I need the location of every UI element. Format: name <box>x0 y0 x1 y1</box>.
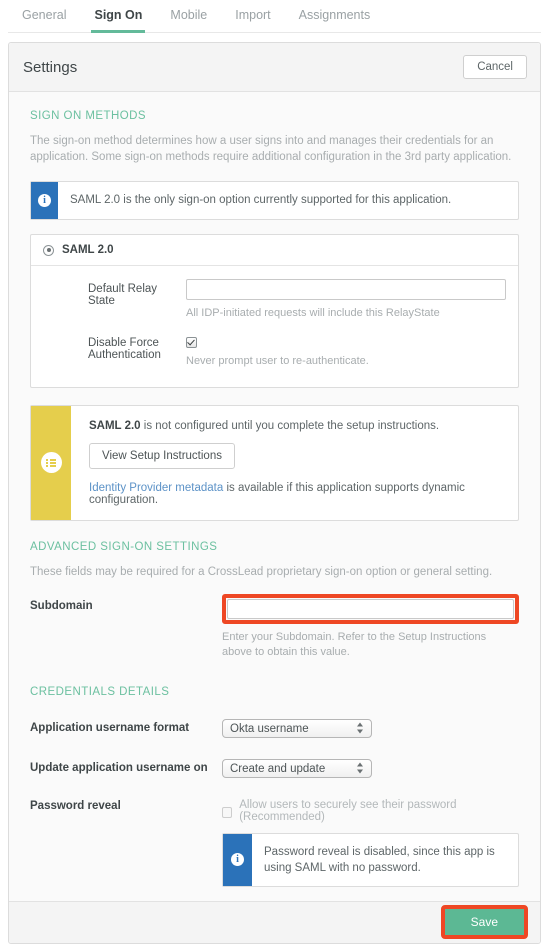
settings-card-header: Settings Cancel <box>9 43 540 92</box>
setup-instructions-box: SAML 2.0 is not configured until you com… <box>30 404 519 521</box>
app-tabs: General Sign On Mobile Import Assignment… <box>0 0 549 33</box>
tab-import-label: Import <box>235 8 271 22</box>
password-reveal-row: Password reveal Allow users to securely … <box>30 799 519 887</box>
idp-metadata-line: Identity Provider metadata is available … <box>89 482 502 506</box>
setup-box-content: SAML 2.0 is not configured until you com… <box>71 406 518 520</box>
setup-message-bold: SAML 2.0 <box>89 419 141 432</box>
saml-support-info-text: SAML 2.0 is the only sign-on option curr… <box>70 194 452 206</box>
subdomain-label: Subdomain <box>30 599 93 612</box>
password-reveal-checkbox-line: Allow users to securely see their passwo… <box>222 799 519 823</box>
save-button[interactable]: Save <box>444 909 524 936</box>
credentials-details-section: CREDENTIALS DETAILS Application username… <box>30 686 519 887</box>
advanced-settings-description: These fields may be required for a Cross… <box>30 565 493 578</box>
tab-general[interactable]: General <box>8 0 80 32</box>
tab-assignments[interactable]: Assignments <box>285 0 385 32</box>
settings-card: Settings Cancel SIGN ON METHODS The sign… <box>8 42 541 944</box>
credentials-details-heading: CREDENTIALS DETAILS <box>30 685 170 698</box>
default-relay-state-label: Default Relay State <box>88 283 158 307</box>
update-application-username-on-value: Create and update <box>230 762 326 775</box>
saml-support-info-banner: i SAML 2.0 is the only sign-on option cu… <box>30 181 519 220</box>
saml-radio-row[interactable]: SAML 2.0 <box>31 235 518 266</box>
tab-mobile-label: Mobile <box>170 8 208 22</box>
sign-on-settings-page: General Sign On Mobile Import Assignment… <box>0 0 549 944</box>
stepper-arrows-icon <box>357 762 364 775</box>
cancel-button[interactable]: Cancel <box>463 55 527 79</box>
saml-method-panel: SAML 2.0 Default Relay State All IDP-ini… <box>30 234 519 388</box>
setup-message-rest: is not configured until you complete the… <box>140 419 440 432</box>
disable-force-auth-control: Never prompt user to re-authenticate. <box>186 333 506 369</box>
subdomain-hint: Enter your Subdomain. Refer to the Setup… <box>222 630 487 658</box>
default-relay-state-row: Default Relay State All IDP-initiated re… <box>43 279 506 321</box>
update-application-username-on-select[interactable]: Create and update <box>222 758 372 778</box>
saml-panel-body: Default Relay State All IDP-initiated re… <box>31 266 518 387</box>
password-reveal-control: Allow users to securely see their passwo… <box>222 799 519 887</box>
application-username-format-value: Okta username <box>230 722 309 735</box>
page-title: Settings <box>23 58 78 76</box>
subdomain-highlight <box>222 593 519 624</box>
tab-mobile[interactable]: Mobile <box>156 0 221 32</box>
save-highlight: Save <box>440 905 528 940</box>
tab-general-label: General <box>22 8 67 22</box>
password-reveal-info-text: Password reveal is disabled, since this … <box>264 845 495 874</box>
password-reveal-checkbox-label: Allow users to securely see their passwo… <box>239 798 457 823</box>
info-icon: i <box>231 853 244 867</box>
sign-on-methods-heading: SIGN ON METHODS <box>30 110 147 122</box>
subdomain-row: Subdomain Enter your Subdomain. Refer to… <box>30 593 519 660</box>
default-relay-state-hint: All IDP-initiated requests will include … <box>186 307 440 319</box>
default-relay-state-control: All IDP-initiated requests will include … <box>186 279 506 321</box>
sign-on-methods-description: The sign-on method determines how a user… <box>30 135 512 163</box>
subdomain-input[interactable] <box>227 598 514 619</box>
update-application-username-on-label: Update application username on <box>30 762 208 775</box>
tab-sign-on-label: Sign On <box>94 8 143 22</box>
disable-force-auth-row: Disable Force Authentication Never promp… <box>43 333 506 369</box>
disable-force-auth-hint: Never prompt user to re-authenticate. <box>186 354 369 367</box>
tab-import[interactable]: Import <box>221 0 284 32</box>
settings-card-body: SIGN ON METHODS The sign-on method deter… <box>9 92 540 901</box>
identity-provider-metadata-link[interactable]: Identity Provider metadata <box>89 482 223 494</box>
view-setup-instructions-button[interactable]: View Setup Instructions <box>89 442 235 469</box>
tab-sign-on[interactable]: Sign On <box>80 0 156 33</box>
info-icon: i <box>38 194 51 207</box>
application-username-format-select[interactable]: Okta username <box>222 718 372 738</box>
saml-radio-button[interactable] <box>43 244 54 256</box>
list-icon <box>40 452 62 474</box>
advanced-settings-heading: ADVANCED SIGN-ON SETTINGS <box>30 540 218 553</box>
disable-force-auth-label: Disable Force Authentication <box>88 337 161 361</box>
setup-icon-column <box>31 405 71 520</box>
password-reveal-checkbox[interactable] <box>222 806 233 818</box>
info-icon-column: i <box>223 833 252 886</box>
application-username-format-row: Application username format Okta usernam… <box>30 718 519 738</box>
application-username-format-label: Application username format <box>30 722 190 735</box>
subdomain-control: Enter your Subdomain. Refer to the Setup… <box>222 593 519 660</box>
tab-assignments-label: Assignments <box>298 8 371 22</box>
default-relay-state-input[interactable] <box>186 279 506 300</box>
stepper-arrows-icon <box>357 722 364 735</box>
settings-card-footer: Save <box>9 900 540 943</box>
password-reveal-info-banner: i Password reveal is disabled, since thi… <box>222 832 519 887</box>
disable-force-auth-checkbox[interactable] <box>186 336 197 348</box>
update-application-username-on-row: Update application username on Create an… <box>30 758 519 778</box>
setup-message: SAML 2.0 is not configured until you com… <box>89 420 502 432</box>
saml-radio-label: SAML 2.0 <box>62 244 114 256</box>
info-icon-column: i <box>31 182 58 219</box>
password-reveal-label: Password reveal <box>30 799 121 812</box>
